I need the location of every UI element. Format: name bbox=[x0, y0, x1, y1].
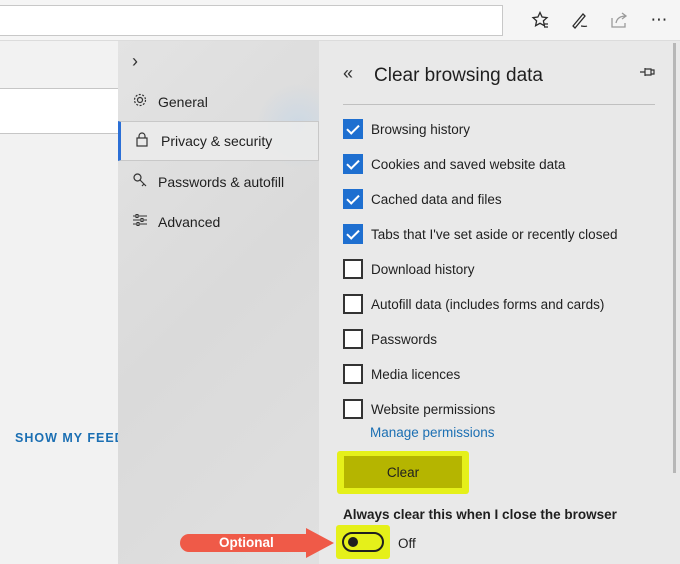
option-website-permissions[interactable]: Website permissions bbox=[343, 398, 495, 420]
nav-item-label: Advanced bbox=[158, 214, 221, 230]
show-my-feed-link[interactable]: SHOW MY FEED bbox=[15, 431, 125, 445]
checkbox-label: Cookies and saved website data bbox=[371, 156, 566, 172]
checkbox[interactable] bbox=[343, 224, 363, 244]
divider bbox=[343, 104, 655, 105]
lock-icon bbox=[121, 131, 161, 151]
checkbox[interactable] bbox=[343, 329, 363, 349]
option-autofill-data[interactable]: Autofill data (includes forms and cards) bbox=[343, 293, 604, 315]
nav-item-privacy-security[interactable]: Privacy & security bbox=[118, 121, 319, 161]
sliders-icon bbox=[118, 212, 158, 232]
checkbox[interactable] bbox=[343, 294, 363, 314]
checkbox-label: Browsing history bbox=[371, 121, 471, 137]
back-chevron-icon[interactable]: « bbox=[343, 63, 353, 84]
pin-icon[interactable] bbox=[639, 65, 655, 83]
checkbox[interactable] bbox=[343, 259, 363, 279]
checkbox[interactable] bbox=[343, 154, 363, 174]
nav-item-general[interactable]: General bbox=[118, 82, 319, 122]
checkbox-label: Autofill data (includes forms and cards) bbox=[371, 296, 605, 312]
option-media-licences[interactable]: Media licences bbox=[343, 363, 460, 385]
favorites-star-icon[interactable] bbox=[528, 8, 552, 32]
checkbox[interactable] bbox=[343, 399, 363, 419]
option-passwords[interactable]: Passwords bbox=[343, 328, 437, 350]
checkbox-label: Website permissions bbox=[371, 401, 496, 417]
nav-item-passwords-autofill[interactable]: Passwords & autofill bbox=[118, 162, 319, 202]
more-ellipsis-icon[interactable]: ⋯ bbox=[647, 8, 671, 32]
checkbox[interactable] bbox=[343, 364, 363, 384]
always-clear-toggle[interactable] bbox=[342, 532, 384, 552]
gear-icon bbox=[118, 92, 158, 112]
settings-nav: › General Privacy & security Passwords &… bbox=[118, 41, 319, 564]
toggle-knob bbox=[348, 537, 358, 547]
checkbox[interactable] bbox=[343, 119, 363, 139]
page-search-box[interactable] bbox=[0, 88, 122, 134]
option-download-history[interactable]: Download history bbox=[343, 258, 475, 280]
checkbox-label: Cached data and files bbox=[371, 191, 502, 207]
option-cached-data[interactable]: Cached data and files bbox=[343, 188, 502, 210]
scrollbar[interactable] bbox=[673, 43, 676, 473]
key-icon bbox=[118, 172, 158, 192]
share-icon[interactable] bbox=[607, 8, 631, 32]
nav-item-label: General bbox=[158, 94, 208, 110]
option-browsing-history[interactable]: Browsing history bbox=[343, 118, 470, 140]
nav-item-label: Passwords & autofill bbox=[158, 174, 285, 190]
chevron-right-icon[interactable]: › bbox=[132, 51, 138, 72]
annotation-arrow-head bbox=[306, 528, 334, 558]
pane-title: Clear browsing data bbox=[374, 65, 543, 86]
browser-toolbar: ⋯ bbox=[0, 0, 680, 41]
checkbox[interactable] bbox=[343, 189, 363, 209]
option-cookies[interactable]: Cookies and saved website data bbox=[343, 153, 565, 175]
checkbox-label: Media licences bbox=[371, 366, 461, 382]
annotation-label: Optional bbox=[219, 535, 274, 550]
toggle-state-label: Off bbox=[398, 536, 416, 551]
address-bar[interactable] bbox=[0, 5, 503, 36]
checkbox-label: Download history bbox=[371, 261, 475, 277]
nav-item-advanced[interactable]: Advanced bbox=[118, 202, 319, 242]
pen-icon[interactable] bbox=[567, 8, 591, 32]
clear-button[interactable]: Clear bbox=[344, 456, 462, 488]
nav-item-label: Privacy & security bbox=[161, 133, 273, 149]
checkbox-label: Passwords bbox=[371, 331, 438, 347]
option-tabs-set-aside[interactable]: Tabs that I've set aside or recently clo… bbox=[343, 223, 617, 245]
clear-browsing-data-pane: « Clear browsing data Browsing history C… bbox=[319, 41, 680, 564]
manage-permissions-link[interactable]: Manage permissions bbox=[370, 425, 495, 440]
checkbox-label: Tabs that I've set aside or recently clo… bbox=[371, 226, 618, 242]
always-clear-label: Always clear this when I close the brows… bbox=[343, 507, 617, 522]
